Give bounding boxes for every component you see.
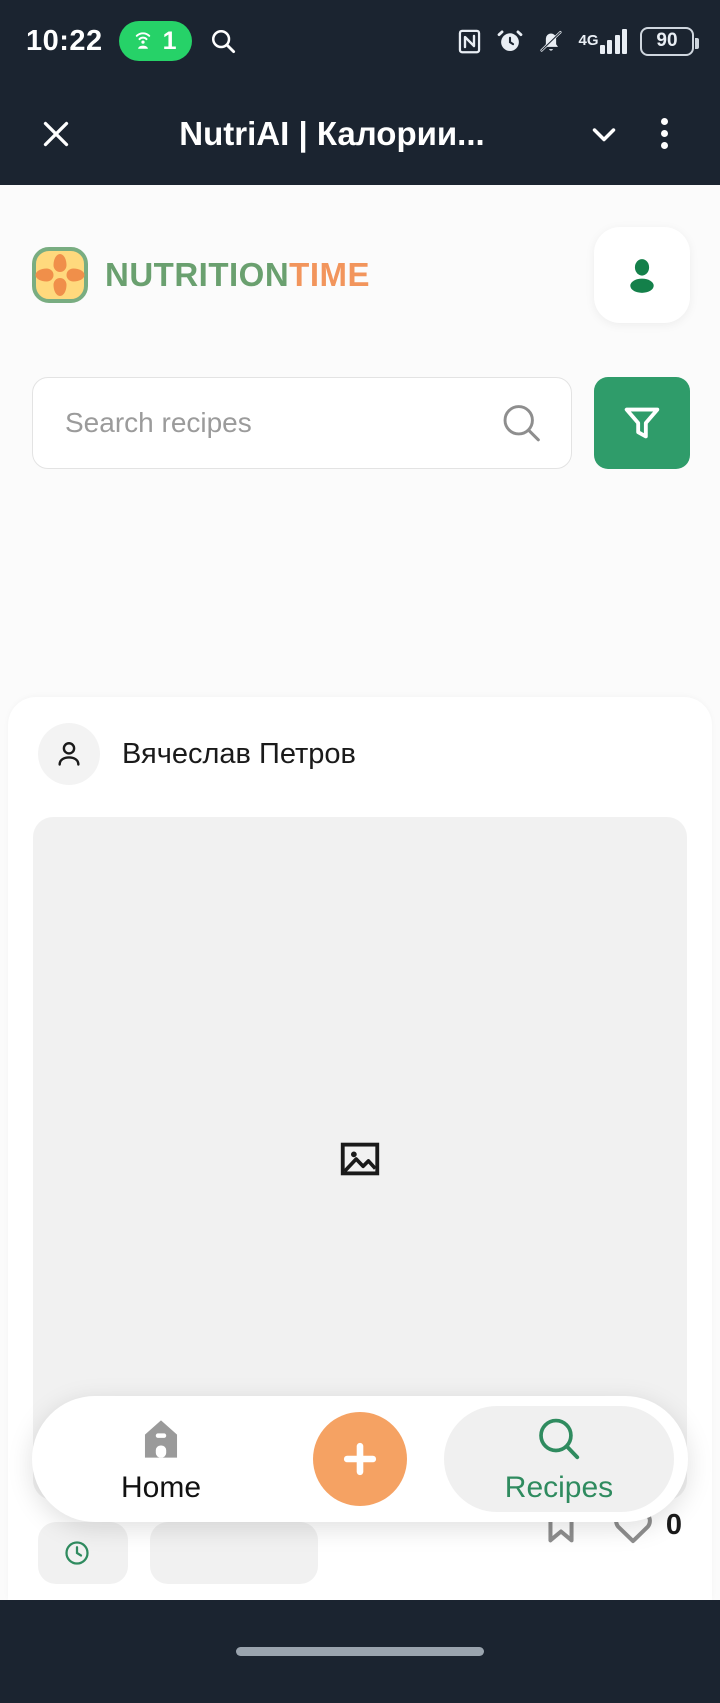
- bell-muted-icon: [540, 30, 563, 52]
- app-title-bar: NutriAI | Калории...: [0, 82, 720, 185]
- overflow-menu-icon: [660, 118, 668, 149]
- network-type-label: 4G: [578, 32, 599, 49]
- post-chip-time[interactable]: [38, 1522, 128, 1584]
- nav-item-home[interactable]: Home: [46, 1406, 276, 1512]
- web-page-content: NUTRITIONTIME Search recipes Вячеслав Пе…: [0, 185, 720, 1600]
- person-filled-icon: [630, 259, 654, 293]
- nav-item-recipes-label: Recipes: [504, 1471, 614, 1504]
- person-outline-icon: [58, 742, 80, 766]
- overflow-menu-button[interactable]: [636, 106, 692, 162]
- close-icon: [43, 121, 69, 146]
- app-title: NutriAI | Калории...: [179, 114, 485, 152]
- plus-icon: [343, 1442, 377, 1476]
- home-indicator[interactable]: [236, 1647, 484, 1656]
- expand-button[interactable]: [576, 106, 632, 162]
- system-status-bar: 10:22 1 4G 90: [0, 0, 720, 82]
- like-count: 0: [665, 1508, 682, 1541]
- chevron-down-icon: [592, 127, 616, 141]
- post-header[interactable]: Вячеслав Петров: [8, 697, 712, 785]
- search-input[interactable]: [65, 407, 499, 439]
- nfc-icon: [459, 29, 481, 53]
- alarm-icon: [498, 30, 523, 52]
- logo-mark-icon: [32, 247, 88, 303]
- status-bar-clock: 10:22: [26, 24, 103, 57]
- search-icon: [211, 29, 235, 54]
- battery-level: 90: [656, 30, 678, 51]
- android-navigation-bar: [0, 1600, 720, 1703]
- funnel-icon: [624, 407, 660, 439]
- hotspot-count: 1: [162, 26, 177, 55]
- post-author-name: Вячеслав Петров: [122, 737, 356, 770]
- profile-button[interactable]: [594, 227, 690, 323]
- post-chip-secondary[interactable]: [150, 1522, 318, 1584]
- search-icon[interactable]: [498, 397, 545, 449]
- search-row: [0, 323, 720, 469]
- logo-wordmark: NUTRITIONTIME: [105, 256, 370, 294]
- bottom-navigation-bar: Home Recipes: [32, 1396, 688, 1522]
- hotspot-indicator: 1: [118, 21, 192, 61]
- filter-button[interactable]: [594, 377, 690, 469]
- clock-icon: [65, 1541, 89, 1565]
- nav-item-recipes[interactable]: Recipes: [444, 1406, 674, 1512]
- site-logo[interactable]: NUTRITIONTIME: [32, 247, 370, 303]
- status-bar-right: 4G 90: [456, 26, 699, 56]
- signal-icon: [599, 28, 627, 54]
- site-header: NUTRITIONTIME: [0, 185, 720, 323]
- broken-image-icon: [340, 1142, 380, 1175]
- search-field-wrapper[interactable]: [32, 377, 572, 469]
- logo-word-primary: NUTRITION: [105, 256, 290, 293]
- status-bar-left: 10:22 1: [26, 21, 238, 61]
- logo-word-secondary: TIME: [289, 256, 370, 293]
- nav-item-home-label: Home: [120, 1471, 202, 1504]
- add-button[interactable]: [313, 1412, 407, 1506]
- search-icon: [539, 1418, 580, 1460]
- wifi-hotspot-icon: [135, 32, 150, 49]
- close-button[interactable]: [28, 106, 84, 162]
- battery-icon: 90: [640, 26, 699, 56]
- avatar: [38, 723, 100, 785]
- home-icon: [144, 1420, 178, 1458]
